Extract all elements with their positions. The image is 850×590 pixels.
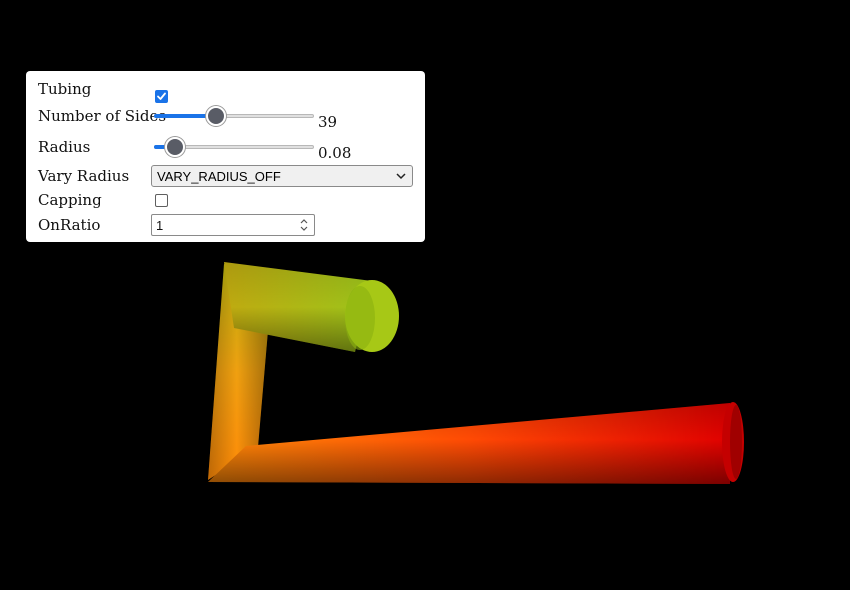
on-ratio-input[interactable]: 1	[151, 214, 315, 236]
radius-slider[interactable]	[154, 137, 314, 157]
radius-row: Radius 0.08	[26, 137, 425, 162]
number-of-sides-slider[interactable]	[154, 106, 314, 126]
slider-thumb[interactable]	[165, 137, 185, 157]
on-ratio-value: 1	[156, 218, 164, 233]
radius-value: 0.08	[318, 144, 352, 162]
tubing-label: Tubing	[38, 80, 92, 98]
render-viewport[interactable]: Tubing Number of Sides 39 Radius 0.08 Va…	[0, 0, 850, 590]
number-of-sides-value: 39	[318, 113, 338, 131]
capping-checkbox[interactable]	[155, 194, 168, 207]
on-ratio-label: OnRatio	[38, 216, 101, 234]
vary-radius-label: Vary Radius	[38, 167, 130, 185]
controls-panel: Tubing Number of Sides 39 Radius 0.08 Va…	[26, 71, 425, 242]
vary-radius-selected: VARY_RADIUS_OFF	[157, 169, 281, 184]
checkmark-icon	[157, 92, 166, 100]
chevron-down-icon	[396, 173, 406, 180]
tubing-checkbox[interactable]	[155, 90, 168, 103]
capping-label: Capping	[38, 191, 102, 209]
slider-thumb[interactable]	[206, 106, 226, 126]
number-of-sides-label: Number of Sides	[38, 107, 167, 125]
vary-radius-select[interactable]: VARY_RADIUS_OFF	[151, 165, 413, 187]
radius-label: Radius	[38, 138, 91, 156]
spinner-arrows-icon[interactable]	[297, 217, 311, 233]
number-of-sides-row: Number of Sides 39	[26, 106, 425, 131]
tubing-row: Tubing	[26, 79, 425, 103]
capping-row: Capping	[26, 191, 425, 211]
tube-segment-bottom	[208, 402, 744, 484]
